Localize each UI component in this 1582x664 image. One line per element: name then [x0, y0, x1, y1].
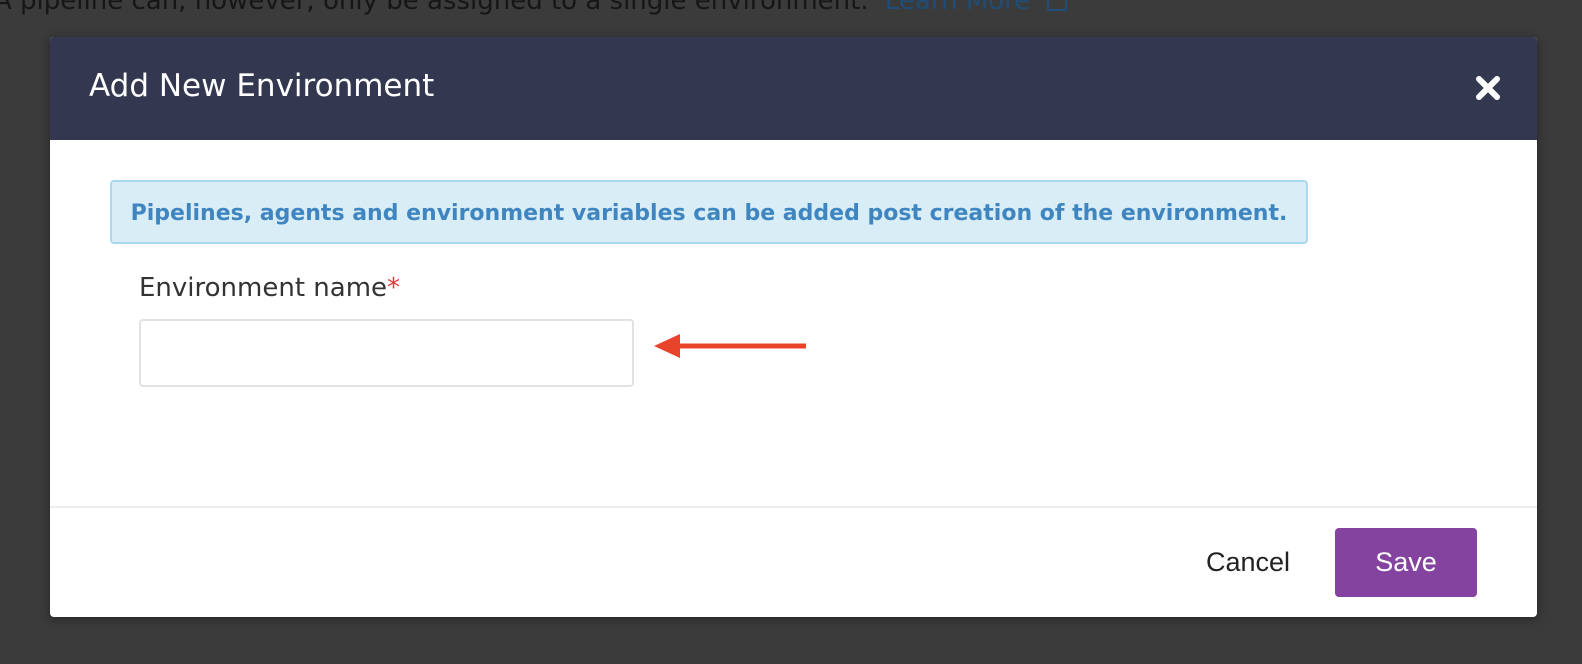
learn-more-link[interactable]: Learn More: [885, 0, 1030, 16]
info-alert: Pipelines, agents and environment variab…: [110, 180, 1308, 244]
cancel-button[interactable]: Cancel: [1188, 528, 1308, 596]
close-button[interactable]: [1471, 71, 1505, 105]
footer-divider: [50, 506, 1537, 508]
environment-name-label: Environment name*: [139, 273, 400, 303]
external-link-icon: [1046, 0, 1067, 11]
save-button[interactable]: Save: [1335, 528, 1477, 597]
modal-header: Add New Environment: [50, 37, 1537, 140]
environment-name-input[interactable]: [139, 319, 634, 387]
required-marker: *: [387, 273, 401, 303]
close-icon: [1476, 76, 1500, 100]
modal-title: Add New Environment: [89, 68, 435, 104]
add-environment-modal: Add New Environment Pipelines, agents an…: [50, 37, 1537, 617]
info-message: Pipelines, agents and environment variab…: [130, 201, 1288, 226]
background-text: A pipeline can, however, only be assigne…: [0, 0, 869, 16]
arrow-left-icon: [654, 334, 806, 358]
environment-name-label-text: Environment name: [139, 273, 388, 303]
background-description: A pipeline can, however, only be assigne…: [0, 0, 1067, 16]
